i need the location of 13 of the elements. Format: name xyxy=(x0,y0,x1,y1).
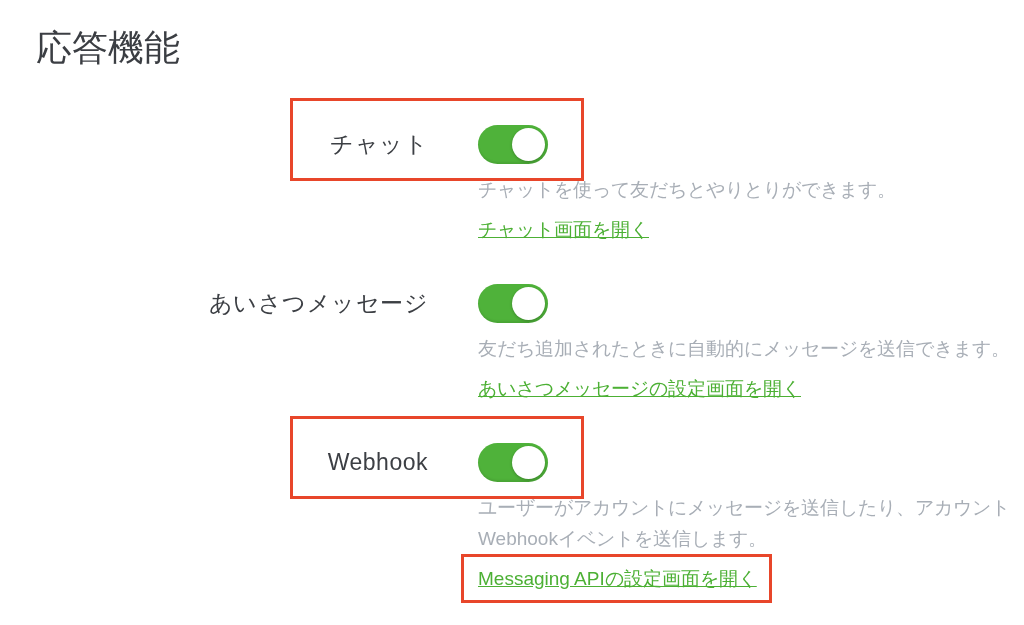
section-title: 応答機能 xyxy=(36,26,180,70)
toggle-switch[interactable] xyxy=(478,443,548,482)
description-text: チャットを使って友だちとやりとりができます。 xyxy=(478,178,896,202)
feature-label: Webhook xyxy=(327,448,428,477)
feature-label: チャット xyxy=(330,130,428,159)
description-text: ユーザーがアカウントにメッセージを送信したり、アカウント Webhookイベントを送信します。 xyxy=(478,496,1010,551)
toggle-switch[interactable] xyxy=(478,125,548,164)
toggle-switch[interactable] xyxy=(478,284,548,323)
settings-link[interactable]: Messaging APIの設定画面を開く xyxy=(478,568,757,589)
description-text: 友だち追加されたときに自動的にメッセージを送信できます。 xyxy=(478,337,1010,361)
settings-link[interactable]: あいさつメッセージの設定画面を開く xyxy=(478,378,801,399)
feature-label: あいさつメッセージ xyxy=(208,289,428,318)
settings-link[interactable]: チャット画面を開く xyxy=(478,219,649,240)
